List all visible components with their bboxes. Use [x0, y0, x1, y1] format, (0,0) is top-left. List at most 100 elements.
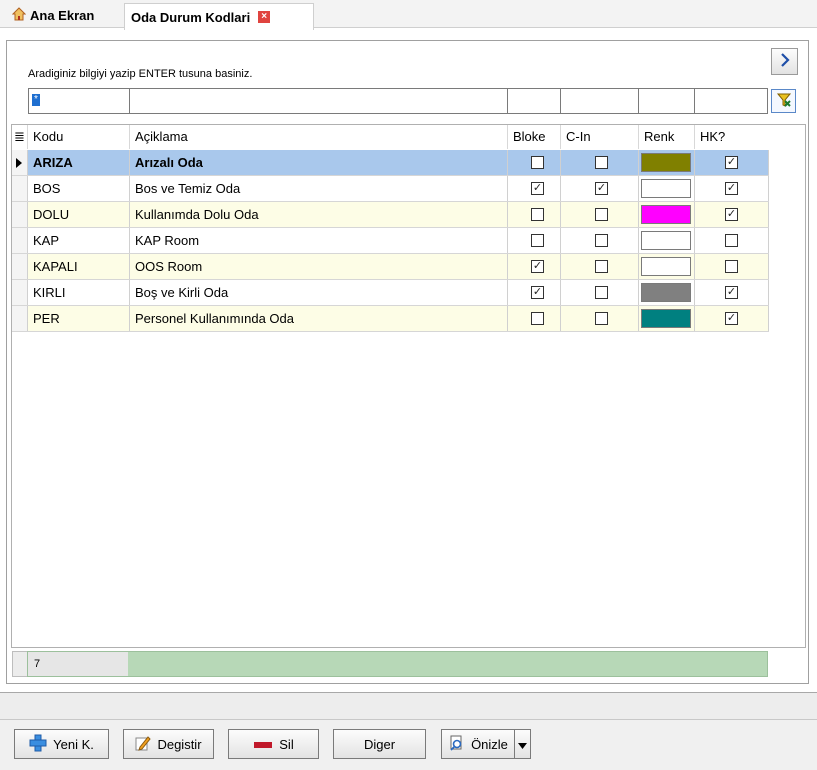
color-swatch[interactable] — [641, 153, 691, 172]
cell-kodu[interactable]: ARIZA — [28, 150, 130, 175]
cin-checkbox[interactable] — [595, 260, 608, 273]
pencil-icon — [135, 735, 152, 754]
delete-button[interactable]: Sil — [228, 729, 319, 759]
delete-label: Sil — [279, 736, 294, 752]
filter-clear-icon — [776, 92, 792, 111]
other-label: Diger — [363, 736, 396, 752]
status-bar — [0, 692, 817, 720]
row-indicator — [12, 254, 28, 279]
cin-checkbox[interactable] — [595, 234, 608, 247]
color-swatch[interactable] — [641, 205, 691, 224]
cell-kodu[interactable]: KAP — [28, 228, 130, 253]
column-header-aciklama[interactable]: Açiklama — [130, 125, 508, 149]
preview-dropdown-button[interactable] — [514, 729, 531, 759]
edit-button[interactable]: Degistir — [123, 729, 214, 759]
column-header-cin[interactable]: C-In — [561, 125, 639, 149]
tab-label: Ana Ekran — [30, 8, 95, 23]
preview-label: Önizle — [471, 736, 508, 752]
home-icon — [11, 7, 27, 24]
hk-checkbox[interactable]: ✓ — [725, 286, 738, 299]
footer-indicator — [12, 651, 28, 677]
table-row[interactable]: KIRLI Boş ve Kirli Oda ✓ ✓ — [12, 280, 769, 306]
color-swatch[interactable] — [641, 179, 691, 198]
color-swatch[interactable] — [641, 257, 691, 276]
row-indicator — [12, 306, 28, 331]
color-swatch[interactable] — [641, 283, 691, 302]
cell-kodu[interactable]: DOLU — [28, 202, 130, 227]
filter-value: * — [32, 94, 40, 106]
tab-ana-ekran[interactable]: Ana Ekran — [6, 3, 127, 28]
cell-aciklama[interactable]: Personel Kullanımında Oda — [130, 306, 508, 331]
cell-kodu[interactable]: KAPALI — [28, 254, 130, 279]
cell-kodu[interactable]: PER — [28, 306, 130, 331]
bloke-checkbox[interactable]: ✓ — [531, 286, 544, 299]
table-row[interactable]: ARIZA Arızalı Oda ✓ — [12, 150, 769, 176]
cin-checkbox[interactable]: ✓ — [595, 182, 608, 195]
cin-checkbox[interactable] — [595, 286, 608, 299]
column-header-kodu[interactable]: Kodu — [28, 125, 130, 149]
new-record-label: Yeni K. — [53, 736, 94, 752]
new-record-button[interactable]: Yeni K. — [14, 729, 109, 759]
chevron-right-icon — [779, 53, 791, 70]
cin-checkbox[interactable] — [595, 312, 608, 325]
table-row[interactable]: PER Personel Kullanımında Oda ✓ — [12, 306, 769, 332]
minus-icon — [253, 737, 273, 752]
hk-checkbox[interactable] — [725, 234, 738, 247]
tab-label: Oda Durum Kodlari — [131, 9, 251, 25]
bloke-checkbox[interactable] — [531, 312, 544, 325]
row-indicator — [12, 202, 28, 227]
column-chooser-icon[interactable]: ≣ — [12, 125, 28, 149]
hk-checkbox[interactable]: ✓ — [725, 182, 738, 195]
filter-bloke-input[interactable] — [507, 88, 561, 114]
hk-checkbox[interactable]: ✓ — [725, 312, 738, 325]
filter-kodu-input[interactable]: * — [28, 88, 130, 114]
preview-icon — [449, 735, 465, 754]
table-row[interactable]: KAP KAP Room — [12, 228, 769, 254]
table-row[interactable]: BOS Bos ve Temiz Oda ✓ ✓ ✓ — [12, 176, 769, 202]
cell-kodu[interactable]: KIRLI — [28, 280, 130, 305]
cin-checkbox[interactable] — [595, 156, 608, 169]
filter-aciklama-input[interactable] — [129, 88, 508, 114]
filter-hk-input[interactable] — [694, 88, 768, 114]
cell-aciklama[interactable]: Arızalı Oda — [130, 150, 508, 175]
bloke-checkbox[interactable] — [531, 156, 544, 169]
row-count: 7 — [28, 652, 128, 676]
cell-aciklama[interactable]: Bos ve Temiz Oda — [130, 176, 508, 201]
hk-checkbox[interactable]: ✓ — [725, 208, 738, 221]
hk-checkbox[interactable]: ✓ — [725, 156, 738, 169]
current-row-icon — [16, 158, 22, 168]
close-icon[interactable]: × — [258, 11, 271, 23]
tab-oda-durum-kodlari[interactable]: Oda Durum Kodlari × — [124, 3, 314, 30]
cell-aciklama[interactable]: KAP Room — [130, 228, 508, 253]
column-header-hk[interactable]: HK? — [695, 125, 769, 149]
plus-icon — [29, 734, 47, 755]
other-button[interactable]: Diger — [333, 729, 426, 759]
row-indicator — [12, 150, 28, 175]
cin-checkbox[interactable] — [595, 208, 608, 221]
filter-cin-input[interactable] — [560, 88, 639, 114]
bloke-checkbox[interactable]: ✓ — [531, 182, 544, 195]
row-indicator — [12, 228, 28, 253]
hk-checkbox[interactable] — [725, 260, 738, 273]
color-swatch[interactable] — [641, 309, 691, 328]
bloke-checkbox[interactable] — [531, 234, 544, 247]
cell-aciklama[interactable]: Kullanımda Dolu Oda — [130, 202, 508, 227]
table-row[interactable]: DOLU Kullanımda Dolu Oda ✓ — [12, 202, 769, 228]
next-button[interactable] — [771, 48, 798, 75]
bloke-checkbox[interactable]: ✓ — [531, 260, 544, 273]
filter-renk-input[interactable] — [638, 88, 695, 114]
footer-summary-row — [27, 651, 768, 677]
clear-filter-button[interactable] — [771, 89, 796, 113]
preview-button[interactable]: Önizle — [441, 729, 515, 759]
bloke-checkbox[interactable] — [531, 208, 544, 221]
search-hint: Aradiginiz bilgiyi yazip ENTER tusuna ba… — [28, 68, 253, 80]
cell-kodu[interactable]: BOS — [28, 176, 130, 201]
tab-bar: Ana Ekran Oda Durum Kodlari × — [0, 0, 817, 30]
column-header-renk[interactable]: Renk — [639, 125, 695, 149]
cell-aciklama[interactable]: OOS Room — [130, 254, 508, 279]
cell-aciklama[interactable]: Boş ve Kirli Oda — [130, 280, 508, 305]
chevron-down-icon — [518, 737, 527, 752]
table-row[interactable]: KAPALI OOS Room ✓ — [12, 254, 769, 280]
color-swatch[interactable] — [641, 231, 691, 250]
column-header-bloke[interactable]: Bloke — [508, 125, 561, 149]
